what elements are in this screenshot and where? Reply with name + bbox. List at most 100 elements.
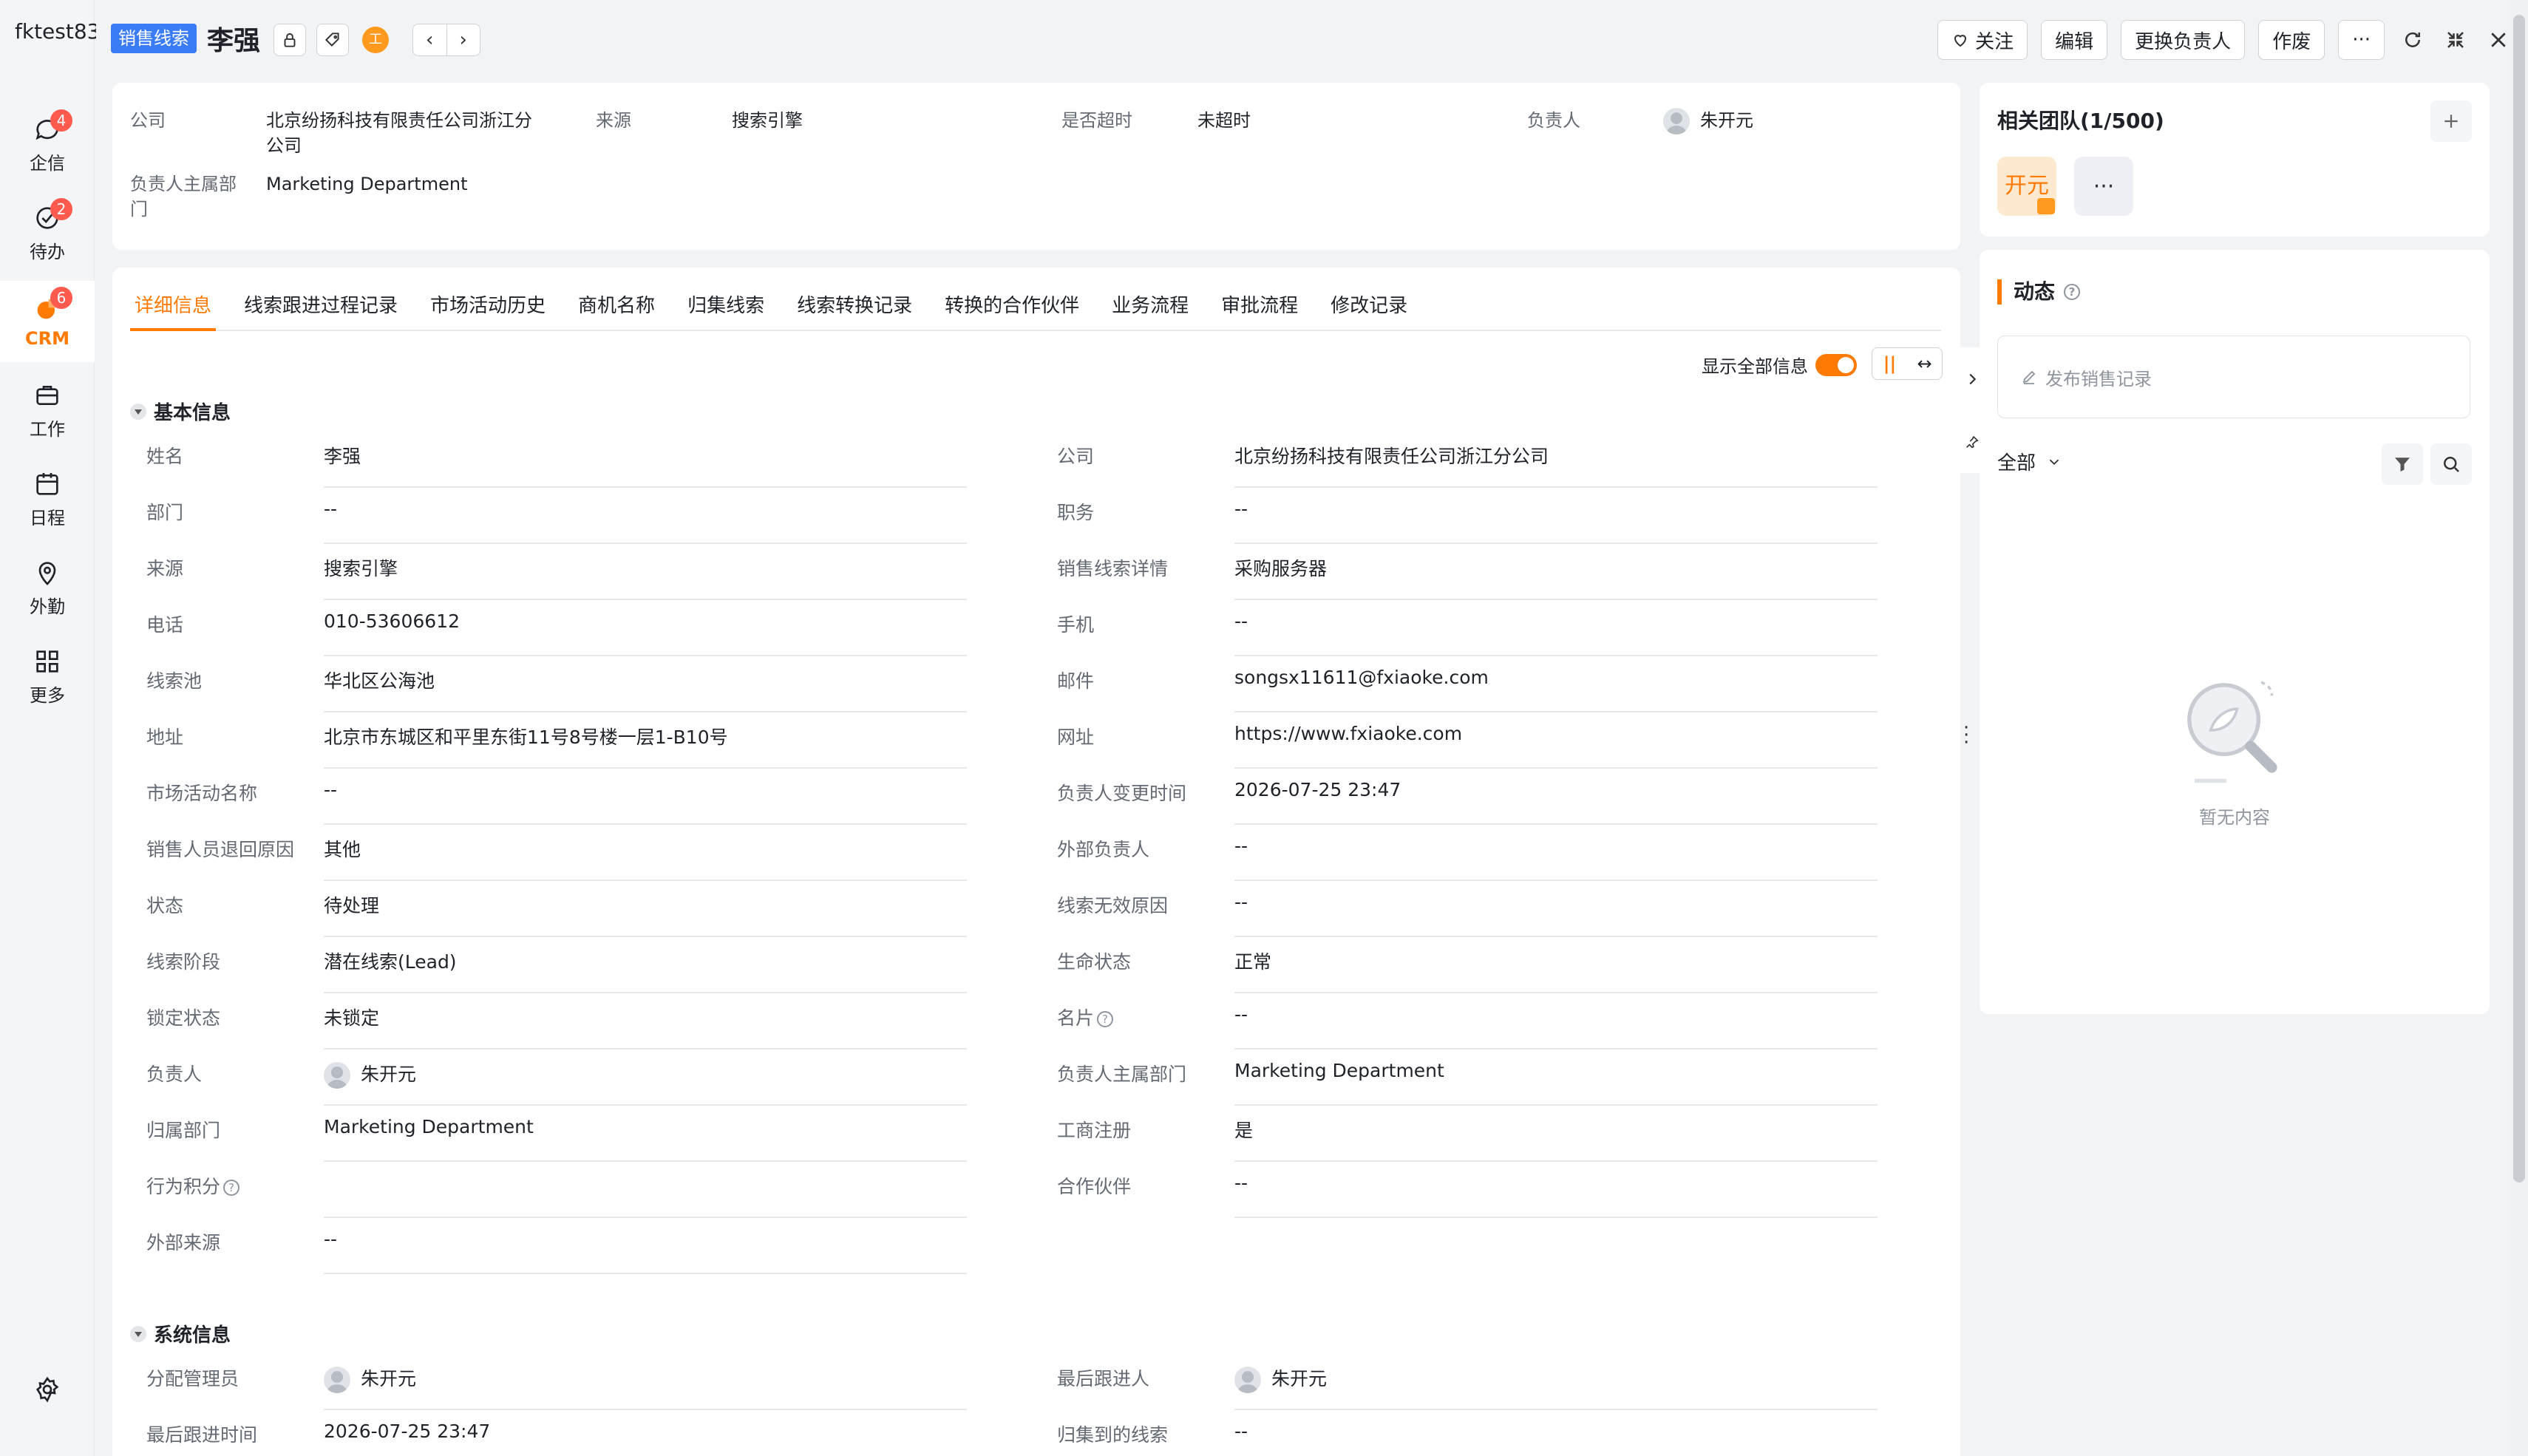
tenant-name[interactable]: fktest832 [15, 19, 96, 44]
settings-gear-icon[interactable] [33, 1375, 62, 1404]
more-actions-button[interactable]: ··· [2338, 20, 2385, 60]
section-title: 基本信息 [154, 402, 231, 424]
field-row: 线索阶段 潜在线索(Lead) [146, 937, 967, 993]
field-value-text: https://www.fxiaoke.com [1234, 723, 1463, 744]
feed-filter-value: 全部 [1997, 452, 2036, 474]
two-column-layout-icon[interactable]: || [1872, 348, 1907, 379]
tab-approval-flow[interactable]: 审批流程 [1217, 290, 1302, 331]
previous-record-button[interactable]: ‹ [413, 24, 447, 55]
field-value-text: 其他 [324, 839, 361, 860]
field-value-text: -- [1234, 1172, 1248, 1194]
avatar [1234, 1367, 1261, 1393]
resize-handle-icon[interactable]: · · · [1963, 718, 1971, 752]
field-row: 工商注册 是 [1057, 1106, 1878, 1162]
field-value-text: -- [1234, 610, 1248, 632]
sidebar-item-label: 更多 [30, 684, 65, 706]
filter-button[interactable] [2382, 443, 2423, 485]
sidebar-item-label: 日程 [30, 507, 65, 528]
lock-button[interactable] [273, 24, 306, 56]
tag-button[interactable] [316, 24, 349, 56]
field-label-text: 合作伙伴 [1057, 1176, 1132, 1197]
system-info-section-toggle[interactable]: 系统信息 [130, 1320, 231, 1347]
help-icon[interactable]: ? [1097, 1011, 1114, 1027]
business-badge[interactable]: 工 [362, 27, 389, 53]
scrollbar-thumb[interactable] [2513, 15, 2525, 1183]
refresh-button[interactable] [2398, 25, 2427, 55]
change-owner-button[interactable]: 更换负责人 [2121, 20, 2246, 60]
field-value[interactable]: 朱开元 [324, 1364, 416, 1393]
tab-merged-leads[interactable]: 归集线索 [683, 290, 769, 331]
field-label-text: 公司 [1057, 446, 1095, 467]
sidebar-item-more[interactable]: 更多 [0, 636, 95, 717]
field-row: 外部负责人 -- [1057, 825, 1878, 881]
field-value[interactable]: 朱开元 [1234, 1364, 1327, 1393]
field-label-text: 线索池 [146, 670, 203, 692]
summary-owner-dept-value: Marketing Department [266, 174, 468, 194]
field-value: 010-53606612 [324, 610, 460, 632]
post-sales-record-input[interactable]: 发布销售记录 [1997, 336, 2470, 418]
summary-owner-value[interactable]: 朱开元 [1663, 108, 1753, 135]
field-row: 公司 北京纷扬科技有限责任公司浙江分公司 [1057, 432, 1878, 488]
field-label-text: 外部来源 [146, 1232, 221, 1253]
sidebar-item-work[interactable]: 工作 [0, 370, 95, 451]
tab-conversion-records[interactable]: 线索转换记录 [792, 290, 917, 331]
field-value: Marketing Department [324, 1116, 534, 1137]
tab-followup-records[interactable]: 线索跟进过程记录 [239, 290, 402, 331]
feed-filter-dropdown[interactable]: 全部 [1997, 448, 2062, 475]
grid-icon [36, 650, 58, 673]
field-row: 外部来源 -- [146, 1218, 967, 1274]
basic-info-section-toggle[interactable]: 基本信息 [130, 398, 231, 425]
add-team-member-button[interactable] [2430, 101, 2472, 142]
header-actions: 关注 编辑 更换负责人 作废 ··· [1937, 19, 2513, 61]
field-label: 外部负责人 [1057, 835, 1149, 862]
tab-business-flow[interactable]: 业务流程 [1107, 290, 1193, 331]
field-row: 网址 https://www.fxiaoke.com [1057, 712, 1878, 769]
close-button[interactable] [2484, 25, 2513, 55]
sidebar-item-schedule[interactable]: 日程 [0, 458, 95, 540]
search-button[interactable] [2430, 443, 2472, 485]
collapse-button[interactable] [2441, 25, 2470, 55]
void-button[interactable]: 作废 [2258, 20, 2325, 60]
field-label: 负责人主属部门 [1057, 1060, 1186, 1086]
field-divider [324, 1273, 967, 1274]
field-label-text: 名片 [1057, 1007, 1095, 1029]
page-scrollbar[interactable] [2510, 0, 2528, 1456]
owner-crown-icon [2037, 198, 2055, 214]
tab-opportunity[interactable]: 商机名称 [574, 290, 659, 331]
field-label: 最后跟进人 [1057, 1364, 1149, 1391]
empty-state: 暂无内容 [2161, 664, 2308, 829]
tab-campaign-history[interactable]: 市场活动历史 [426, 290, 550, 331]
edit-button[interactable]: 编辑 [2041, 20, 2108, 60]
show-all-toggle[interactable] [1815, 353, 1857, 376]
field-label-text: 来源 [146, 558, 184, 579]
tab-details[interactable]: 详细信息 [130, 290, 217, 331]
summary-owner-name: 朱开元 [1700, 110, 1753, 131]
sidebar-item-crm[interactable]: CRM 6 [0, 281, 95, 362]
field-value-text: 华北区公海池 [324, 670, 435, 692]
field-label: 状态 [146, 891, 183, 918]
field-row: 名片? -- [1057, 993, 1878, 1050]
field-value: -- [324, 498, 337, 520]
sidebar-item-field-work[interactable]: 外勤 [0, 547, 95, 628]
sidebar-item-messages[interactable]: 企信 4 [0, 103, 95, 185]
field-value: 采购服务器 [1234, 554, 1327, 581]
field-label: 锁定状态 [146, 1004, 220, 1030]
help-icon[interactable]: ? [223, 1180, 240, 1196]
feed-title: 动态 ? [1997, 279, 2081, 305]
field-label-text: 地址 [146, 727, 184, 748]
field-label-text: 负责人变更时间 [1057, 783, 1187, 804]
team-more-button[interactable]: ··· [2074, 157, 2133, 216]
field-value[interactable]: 朱开元 [324, 1060, 416, 1089]
show-all-label: 显示全部信息 [1702, 356, 1808, 377]
follow-button[interactable]: 关注 [1937, 20, 2028, 60]
tab-converted-partners[interactable]: 转换的合作伙伴 [940, 290, 1084, 331]
field-value-text: 2026-07-25 23:47 [324, 1421, 491, 1442]
help-icon[interactable]: ? [2064, 284, 2081, 300]
field-label: 网址 [1057, 723, 1094, 749]
feed-title-text: 动态 [2014, 279, 2056, 304]
next-record-button[interactable]: › [447, 24, 480, 55]
tab-change-log[interactable]: 修改记录 [1326, 290, 1412, 331]
sidebar-item-todo[interactable]: 待办 2 [0, 192, 95, 273]
full-width-layout-icon[interactable]: ↔ [1907, 348, 1942, 379]
layout-switch: || ↔ [1872, 347, 1943, 380]
